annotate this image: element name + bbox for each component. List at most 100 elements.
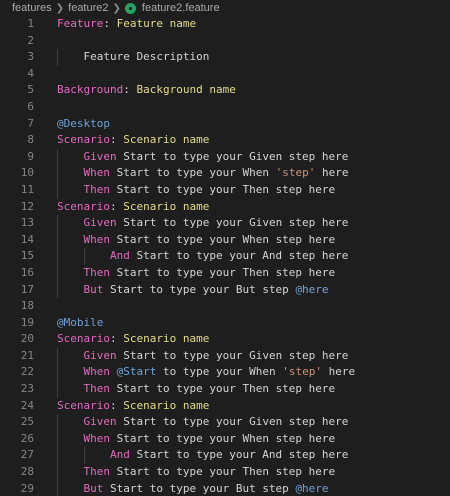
- code-line[interactable]: 13 Given Start to type your Given step h…: [0, 215, 450, 232]
- line-number: 23: [20, 382, 34, 396]
- token-kw: Then: [83, 265, 111, 279]
- code-line[interactable]: 2: [0, 33, 450, 50]
- breadcrumb-item-features[interactable]: features: [12, 2, 52, 14]
- code-line[interactable]: 19 @Mobile: [0, 315, 450, 332]
- line-number: 29: [20, 481, 34, 495]
- code-line[interactable]: 10 When Start to type your When 'step' h…: [0, 165, 450, 182]
- line-number: 19: [20, 315, 34, 329]
- code-line[interactable]: 17 But Start to type your But step @here: [0, 281, 450, 299]
- token-plain: Start to type your Then step here: [110, 465, 336, 479]
- token-kw: Then: [83, 465, 111, 479]
- token-punct: :: [103, 17, 117, 30]
- line-number: 27: [20, 448, 34, 462]
- line-number: 11: [20, 182, 34, 196]
- line-text: Scenario: Scenario name: [57, 331, 209, 348]
- code-line[interactable]: 4: [0, 66, 450, 83]
- line-text: Then Start to type your Then step here: [57, 381, 336, 398]
- code-line[interactable]: 29 But Start to type your But step @here: [0, 480, 450, 496]
- code-line[interactable]: 21 Given Start to type your Given step h…: [0, 347, 450, 365]
- code-editor[interactable]: features ❯ feature2 ❯ feature2.feature 1…: [0, 0, 450, 496]
- code-line[interactable]: 9 Given Start to type your Given step he…: [0, 148, 450, 166]
- code-line[interactable]: 20 Scenario: Scenario name: [0, 331, 450, 348]
- line-text: Given Start to type your Given step here: [57, 149, 349, 166]
- token-kw: But: [83, 282, 104, 296]
- token-kw: Scenario: [57, 199, 110, 213]
- line-text: Given Start to type your Given step here: [57, 414, 349, 431]
- line-number: 28: [20, 465, 34, 479]
- code-line[interactable]: 6: [0, 99, 450, 116]
- token-plain: here: [321, 365, 356, 379]
- code-line[interactable]: 25 Given Start to type your Given step h…: [0, 414, 450, 431]
- line-text: Feature: Feature name: [57, 16, 196, 33]
- token-title: Scenario name: [123, 199, 210, 213]
- code-line[interactable]: 14 When Start to type your When step her…: [0, 231, 450, 249]
- line-number: 6: [27, 99, 34, 113]
- line-text: Scenario: Scenario name: [57, 199, 209, 216]
- line-number: 20: [20, 332, 34, 346]
- token-kw: Feature: [57, 17, 104, 30]
- token-kw: Then: [83, 182, 111, 196]
- code-line[interactable]: 3 Feature Description: [0, 49, 450, 66]
- line-text: When @Start to type your When 'step' her…: [57, 364, 356, 381]
- token-plain: Start to type your Given step here: [116, 415, 349, 429]
- token-plain: Start to type your And step here: [129, 448, 349, 462]
- token-plain: Start to type your When step here: [110, 232, 336, 246]
- token-title: Scenario name: [123, 133, 210, 147]
- code-line[interactable]: 12 Scenario: Scenario name: [0, 199, 450, 216]
- code-line[interactable]: 24 Scenario: Scenario name: [0, 398, 450, 415]
- token-punct: :: [109, 199, 124, 213]
- line-text: But Start to type your But step @here: [57, 481, 329, 496]
- code-line[interactable]: 8 Scenario: Scenario name: [0, 132, 450, 149]
- line-text: Scenario: Scenario name: [57, 132, 209, 149]
- code-area[interactable]: 1 Feature: Feature name 2 3 Feature Descrip…: [0, 16, 450, 496]
- token-plain: here: [315, 166, 349, 180]
- token-kw: Then: [83, 382, 111, 396]
- token-title: Scenario name: [123, 398, 210, 412]
- token-kw: And: [109, 249, 130, 263]
- breadcrumb-item-feature2[interactable]: feature2: [68, 2, 108, 14]
- code-line[interactable]: 15 And Start to type your And step here: [0, 248, 450, 265]
- code-line[interactable]: 26 When Start to type your When step her…: [0, 430, 450, 448]
- code-line[interactable]: 1 Feature: Feature name: [0, 16, 450, 33]
- chevron-right-icon: ❯: [112, 2, 121, 14]
- code-line[interactable]: 23 Then Start to type your Then step her…: [0, 381, 450, 398]
- token-plain: to type your When: [156, 365, 283, 379]
- code-line[interactable]: 27 And Start to type your And step here: [0, 447, 450, 465]
- token-tag: @Mobile: [57, 315, 104, 329]
- line-number: 17: [20, 282, 34, 296]
- code-line[interactable]: 22 When @Start to type your When 'step' …: [0, 364, 450, 382]
- line-number: 24: [20, 398, 34, 412]
- line-number: 25: [20, 415, 34, 429]
- line-text: Then Start to type your Then step here: [57, 182, 336, 199]
- line-number: 9: [27, 149, 34, 163]
- token-str: 'step': [275, 166, 316, 180]
- gherkin-file-icon: [124, 2, 136, 14]
- line-number: 16: [20, 265, 34, 279]
- line-number: 4: [27, 66, 34, 80]
- token-plain: Start to type your When: [110, 166, 276, 180]
- code-line[interactable]: 28 Then Start to type your Then step her…: [0, 464, 450, 481]
- code-line[interactable]: 11 Then Start to type your Then step her…: [0, 181, 450, 199]
- line-text: And Start to type your And step here: [57, 248, 348, 265]
- line-text: When Start to type your When step here: [57, 431, 336, 448]
- line-text: But Start to type your But step @here: [57, 282, 329, 299]
- token-kw: Given: [83, 216, 117, 230]
- code-line[interactable]: 16 Then Start to type your Then step her…: [0, 264, 450, 282]
- code-line[interactable]: 5 Background: Background name: [0, 82, 450, 99]
- line-number: 13: [20, 216, 34, 230]
- line-text: Given Start to type your Given step here: [57, 348, 349, 365]
- line-number: 5: [27, 83, 34, 97]
- token-plain: Start to type your Given step here: [116, 149, 349, 163]
- token-plain: Start to type your And step here: [129, 249, 349, 263]
- code-line[interactable]: 7 @Desktop: [0, 116, 450, 133]
- code-line[interactable]: 18: [0, 298, 450, 315]
- line-number: 26: [20, 431, 34, 445]
- chevron-right-icon: ❯: [55, 2, 65, 14]
- token-kw: When: [83, 232, 111, 246]
- token-plain: Start to type your Given step here: [116, 216, 349, 230]
- token-tag: @Desktop: [57, 116, 110, 130]
- breadcrumb-item-file[interactable]: feature2.feature: [142, 2, 220, 14]
- token-plain: Start to type your Given step here: [116, 348, 349, 362]
- token-kw: Given: [83, 415, 117, 429]
